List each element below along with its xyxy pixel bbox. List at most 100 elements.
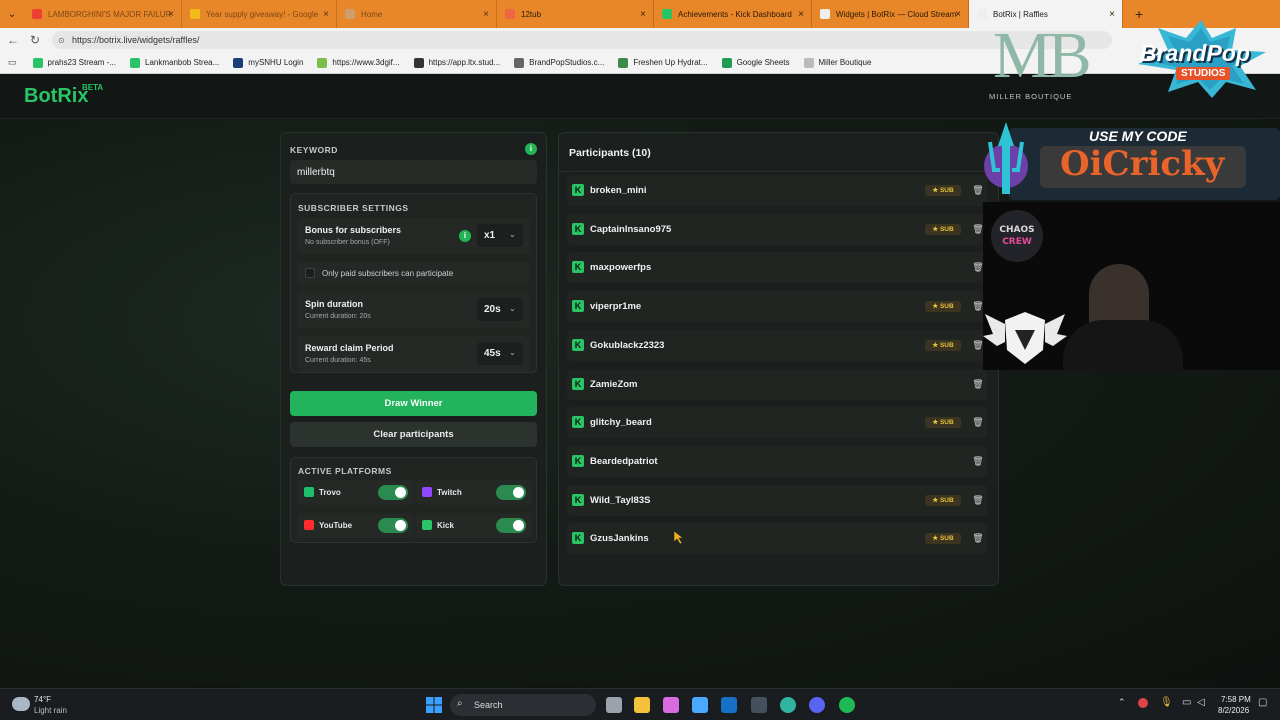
outlook-icon[interactable]: [721, 697, 737, 713]
back-icon[interactable]: ←: [2, 33, 24, 47]
store-icon[interactable]: [692, 697, 708, 713]
bonus-subscribers-row: Bonus for subscribers No subscriber bonu…: [297, 218, 530, 254]
news-app-icon[interactable]: [751, 697, 767, 713]
windows-start-icon[interactable]: [426, 697, 442, 713]
keyword-info-icon[interactable]: i: [525, 143, 537, 155]
kick-icon: K: [572, 416, 584, 429]
discord-icon[interactable]: [809, 697, 825, 713]
tray-app-icon[interactable]: [1138, 698, 1148, 708]
task-view-icon[interactable]: [606, 697, 622, 713]
sub-badge: ★ SUB: [925, 417, 961, 429]
bookmark-item[interactable]: Miller Boutique: [803, 57, 871, 68]
only-paid-label: Only paid subscribers can participate: [322, 269, 454, 278]
bookmark-item[interactable]: Google Sheets: [721, 57, 790, 68]
taskbar-search-box[interactable]: ⌕ Search: [450, 694, 596, 716]
bookmark-favicon-icon: [803, 57, 814, 68]
platform-toggle[interactable]: [496, 485, 526, 500]
copilot-icon[interactable]: [663, 697, 679, 713]
spin-duration-select[interactable]: 20s ⌄: [477, 298, 523, 321]
brandpop-name: BrandPop: [1140, 40, 1250, 66]
bookmark-item[interactable]: https://www.3dgif...: [317, 57, 400, 68]
bonus-multiplier-select[interactable]: x1 ⌄: [477, 224, 523, 247]
notifications-icon[interactable]: ▢: [1258, 697, 1267, 708]
tab-close-icon[interactable]: ×: [483, 9, 489, 20]
file-explorer-icon[interactable]: [634, 697, 650, 713]
keyword-input[interactable]: millerbtq: [290, 160, 537, 184]
tab-3[interactable]: Home ×: [337, 0, 497, 28]
tab-5[interactable]: Achievements - Kick Dashboard ×: [654, 0, 812, 28]
delete-participant-icon[interactable]: 🗑: [971, 493, 985, 507]
network-icon[interactable]: ▭: [1182, 697, 1191, 708]
delete-participant-icon[interactable]: 🗑: [971, 531, 985, 545]
tray-chevron-icon[interactable]: ⌃: [1118, 697, 1126, 708]
bookmark-label: mySNHU Login: [248, 58, 304, 67]
tab-close-icon[interactable]: ×: [640, 9, 646, 20]
bookmark-favicon-icon: [317, 57, 328, 68]
tab-close-icon[interactable]: ×: [798, 9, 804, 20]
participant-row: Kmaxpowerfps 🗑: [567, 252, 987, 284]
sub-badge: ★ SUB: [925, 301, 961, 313]
bookmark-item[interactable]: https://app.ltx.stud...: [413, 57, 500, 68]
clock-time[interactable]: 7:58 PM: [1221, 695, 1251, 704]
tab-list-chevron-icon[interactable]: ⌄: [0, 9, 24, 20]
draw-winner-button[interactable]: Draw Winner: [290, 391, 537, 416]
bonus-multiplier-value: x1: [484, 230, 496, 241]
kick-icon: K: [572, 261, 584, 274]
clock-date[interactable]: 8/2/2026: [1218, 706, 1249, 715]
bonus-info-icon[interactable]: i: [459, 230, 471, 242]
platform-name: YouTube: [319, 521, 353, 530]
participant-row: K ZamieZom 🗑: [567, 368, 987, 400]
tab-close-icon[interactable]: ×: [168, 9, 174, 20]
site-info-icon[interactable]: ⊙: [58, 36, 65, 45]
mb-name: MILLER BOUTIQUE: [989, 92, 1073, 101]
volume-icon[interactable]: ◁: [1197, 697, 1205, 708]
bookmark-label: BrandPopStudios.c...: [529, 58, 605, 67]
tab-close-icon[interactable]: ×: [955, 9, 961, 20]
tab-title: Achievements - Kick Dashboard: [678, 9, 792, 19]
winged-shield-logo: [983, 312, 1067, 364]
bookmark-item[interactable]: Freshen Up Hydrat...: [618, 57, 708, 68]
star-icon: ★: [932, 496, 940, 504]
bookmark-item[interactable]: prahs23 Stream -...: [32, 57, 116, 68]
tab-title: Year supply giveaway! - Google: [206, 9, 319, 19]
edge-icon[interactable]: [780, 697, 796, 713]
tab-6[interactable]: Widgets | BotRix — Cloud Stream ×: [812, 0, 969, 28]
star-icon: ★: [932, 187, 940, 194]
bookmark-item[interactable]: mySNHU Login: [233, 57, 304, 68]
delete-participant-icon[interactable]: 🗑: [971, 454, 985, 468]
sidebar-toggle-icon[interactable]: ▭: [8, 57, 17, 68]
promo-code-value: OiCricky: [1060, 144, 1225, 184]
platform-toggle[interactable]: [378, 518, 408, 533]
chevron-down-icon: ⌄: [509, 348, 516, 357]
tab-favicon-icon: [662, 9, 672, 19]
bookmark-favicon-icon: [618, 57, 629, 68]
claim-period-value: 45s: [484, 348, 501, 359]
reload-icon[interactable]: ↻: [24, 33, 46, 47]
delete-participant-icon[interactable]: 🗑: [971, 377, 985, 391]
weather-icon[interactable]: [12, 697, 30, 711]
microphone-icon[interactable]: 🎙: [1160, 697, 1173, 708]
bookmark-item[interactable]: Lankmanbob Strea...: [130, 57, 219, 68]
only-paid-checkbox[interactable]: [305, 268, 315, 278]
tab-1[interactable]: LAMBORGHINI'S MAJOR FAILUR ×: [24, 0, 182, 28]
claim-period-select[interactable]: 45s ⌄: [477, 342, 523, 365]
only-paid-row[interactable]: Only paid subscribers can participate: [297, 262, 530, 284]
bookmark-item[interactable]: BrandPopStudios.c...: [514, 57, 605, 68]
url-field[interactable]: ⊙ https://botrix.live/widgets/raffles/: [52, 31, 1112, 49]
kick-icon: K: [572, 300, 584, 313]
svg-text:CREW: CREW: [1002, 237, 1032, 247]
platform-toggle[interactable]: [496, 518, 526, 533]
kick-icon: K: [572, 377, 584, 390]
spotify-icon[interactable]: [839, 697, 855, 713]
platform-toggle[interactable]: [378, 485, 408, 500]
tab-2[interactable]: Year supply giveaway! - Google ×: [182, 0, 337, 28]
spin-subtitle: Current duration: 20s: [305, 313, 371, 320]
botrix-logo[interactable]: BotRix: [24, 85, 88, 108]
tab-close-icon[interactable]: ×: [1109, 9, 1115, 20]
delete-participant-icon[interactable]: 🗑: [971, 415, 985, 429]
tab-4[interactable]: 12tub ×: [497, 0, 654, 28]
bookmark-favicon-icon: [514, 57, 525, 68]
participant-row: K GzusJankins ★ SUB 🗑: [567, 523, 987, 555]
tab-close-icon[interactable]: ×: [323, 9, 329, 20]
clear-participants-button[interactable]: Clear participants: [290, 422, 537, 447]
